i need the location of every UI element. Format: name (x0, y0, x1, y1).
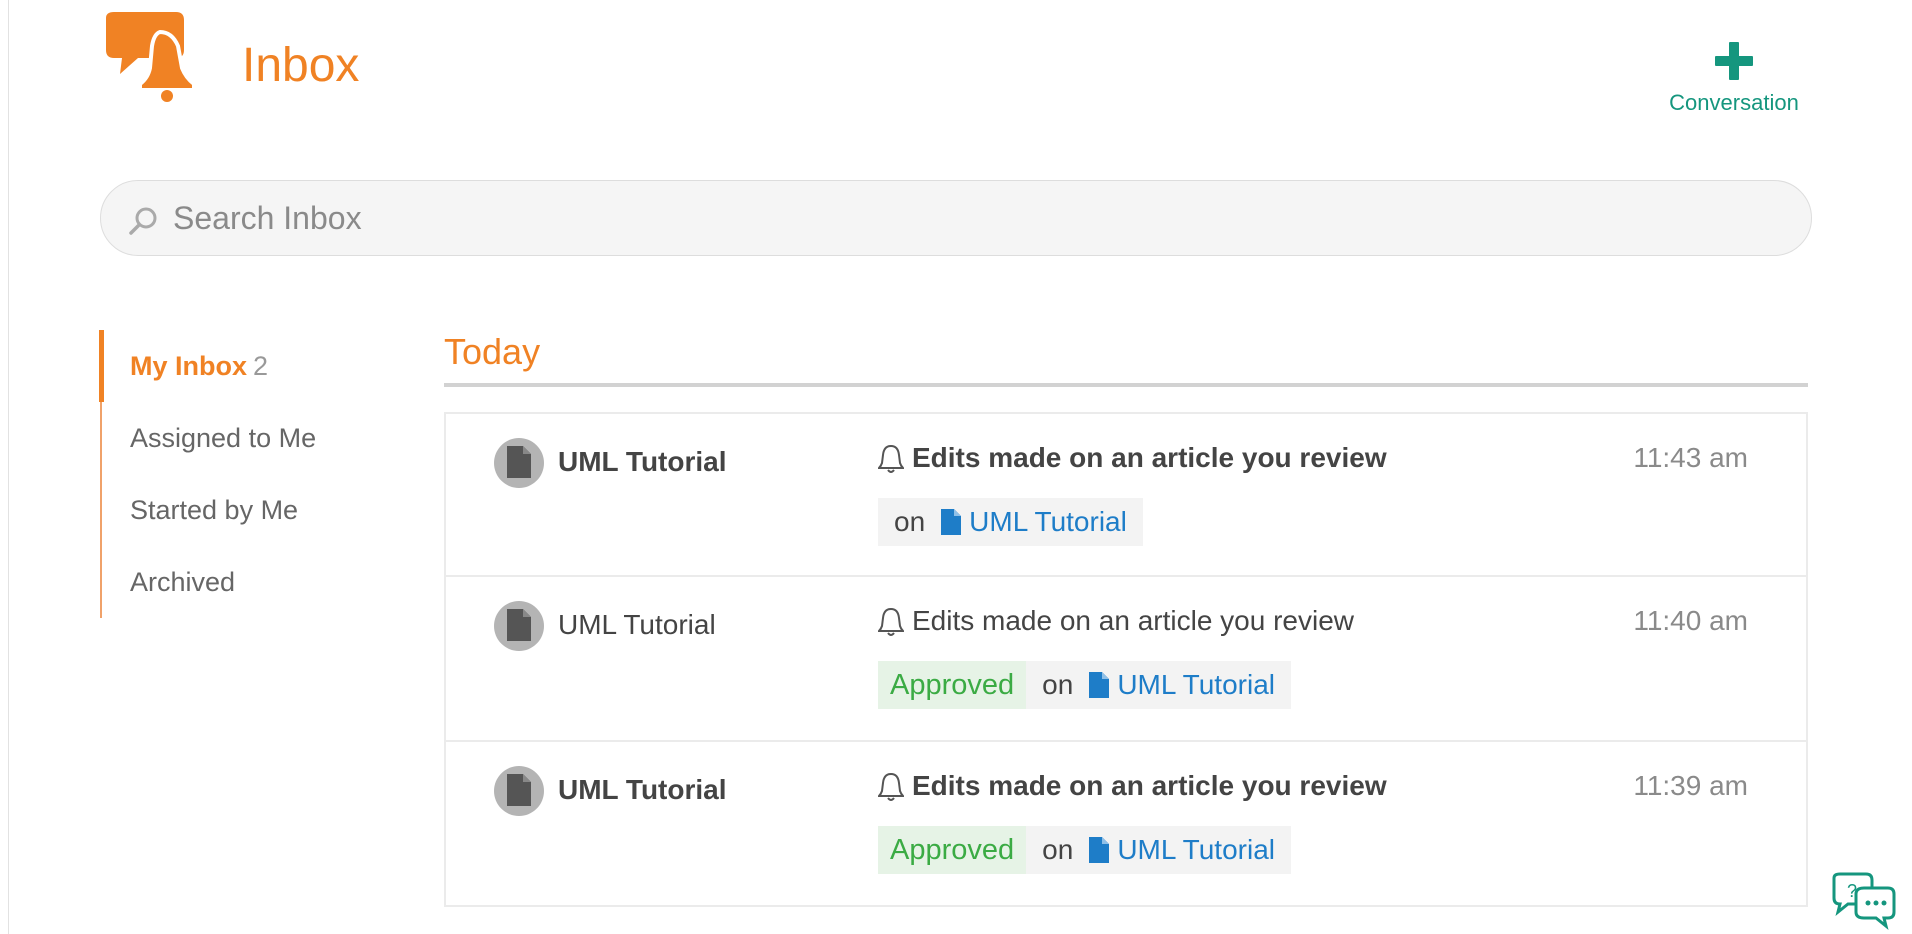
unread-count: 2 (253, 351, 269, 381)
status-badge: Approved (878, 661, 1027, 709)
message-title: UML Tutorial (558, 446, 727, 477)
message-summary: Edits made on an article you review (912, 605, 1354, 636)
section-divider (444, 383, 1808, 387)
on-label: on (894, 506, 926, 537)
on-label: on (1042, 669, 1074, 700)
message-summary: Edits made on an article you review (912, 442, 1387, 473)
document-link[interactable]: UML Tutorial (1089, 661, 1275, 709)
document-link-label: UML Tutorial (1117, 669, 1275, 700)
document-avatar-icon (494, 438, 544, 488)
nav-item-label: Assigned to Me (130, 423, 317, 453)
new-conversation-label: Conversation (1669, 90, 1799, 115)
nav-item-archived[interactable]: Archived (102, 546, 360, 618)
nav-item-assigned-to-me[interactable]: Assigned to Me (102, 402, 360, 474)
message-meta: Approved on UML Tutorial (878, 661, 1291, 709)
nav-item-label: Started by Me (130, 495, 299, 525)
message-time: 11:43 am (1633, 442, 1748, 473)
page-title: Inbox (242, 39, 360, 92)
nav-item-my-inbox[interactable]: My Inbox 2 (99, 330, 360, 402)
help-chat-icon[interactable]: ? (1828, 872, 1898, 930)
document-avatar-icon (494, 601, 544, 651)
on-document-chip: on UML Tutorial (878, 498, 1143, 546)
on-document-chip: on UML Tutorial (1026, 661, 1291, 709)
message-meta: Approved on UML Tutorial (878, 826, 1291, 874)
document-link[interactable]: UML Tutorial (1089, 826, 1275, 874)
message-time: 11:40 am (1633, 605, 1748, 636)
search-input[interactable] (173, 181, 1773, 255)
document-link[interactable]: UML Tutorial (941, 498, 1127, 546)
message-meta: on UML Tutorial (878, 498, 1143, 546)
section-title: Today (444, 331, 541, 372)
document-link-label: UML Tutorial (1117, 834, 1275, 865)
on-document-chip: on UML Tutorial (1026, 826, 1291, 874)
on-label: on (1042, 834, 1074, 865)
new-conversation-button[interactable]: Conversation (1658, 42, 1810, 116)
document-avatar-icon (494, 766, 544, 816)
inbox-logo-icon (106, 12, 196, 102)
document-link-label: UML Tutorial (969, 506, 1127, 537)
search-bar[interactable] (100, 180, 1812, 256)
message-list: UML Tutorial Edits made on an article yo… (444, 412, 1808, 907)
status-badge: Approved (878, 826, 1027, 874)
message-summary: Edits made on an article you review (912, 770, 1387, 801)
message-row[interactable]: UML Tutorial Edits made on an article yo… (444, 577, 1808, 742)
message-time: 11:39 am (1633, 770, 1748, 801)
search-icon (129, 207, 157, 235)
file-icon (1089, 837, 1110, 863)
nav-item-started-by-me[interactable]: Started by Me (102, 474, 360, 546)
file-icon (941, 509, 962, 535)
nav-item-label: My Inbox (130, 351, 248, 381)
nav-item-label: Archived (130, 567, 236, 597)
message-row[interactable]: UML Tutorial Edits made on an article yo… (444, 412, 1808, 577)
plus-icon (1715, 42, 1753, 80)
inbox-filter-nav: My Inbox 2 Assigned to Me Started by Me A… (99, 330, 360, 618)
message-row[interactable]: UML Tutorial Edits made on an article yo… (444, 742, 1808, 907)
message-title: UML Tutorial (558, 774, 727, 805)
bell-icon (878, 444, 904, 473)
bell-icon (878, 772, 904, 801)
file-icon (1089, 672, 1110, 698)
bell-icon (878, 607, 904, 636)
message-title: UML Tutorial (558, 609, 716, 640)
